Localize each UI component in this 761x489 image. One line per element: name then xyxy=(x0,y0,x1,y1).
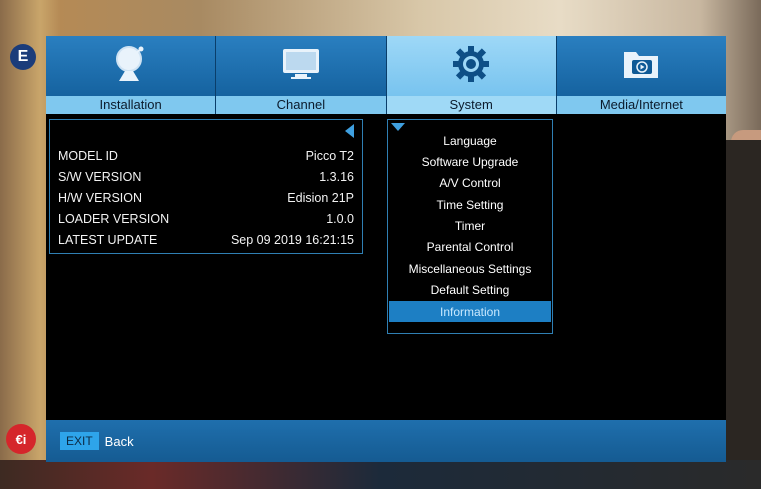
background-bottom xyxy=(0,460,761,489)
tv-monitor-icon xyxy=(280,44,322,84)
tab-channel[interactable]: Channel xyxy=(216,36,387,114)
channel-badge: €i xyxy=(6,424,36,454)
info-label: MODEL ID xyxy=(58,149,118,163)
tab-label: System xyxy=(449,97,493,112)
info-label: LOADER VERSION xyxy=(58,212,170,226)
bottom-help-bar: EXIT Back xyxy=(46,420,726,462)
menu-item-information[interactable]: Information xyxy=(389,301,551,322)
info-row-hw-version: H/W VERSION Edision 21P xyxy=(58,188,354,208)
system-submenu: Language Software Upgrade A/V Control Ti… xyxy=(387,119,553,334)
exit-back-label: Back xyxy=(104,433,134,449)
media-folder-icon xyxy=(620,44,662,84)
info-value: 1.0.0 xyxy=(326,212,354,226)
tab-media-internet[interactable]: Media/Internet xyxy=(556,36,726,114)
menu-item-av-control[interactable]: A/V Control xyxy=(389,172,551,193)
menu-item-language[interactable]: Language xyxy=(389,130,551,151)
tab-label: Channel xyxy=(276,97,326,112)
info-value: 1.3.16 xyxy=(319,170,354,184)
info-label: S/W VERSION xyxy=(58,170,142,184)
background-person xyxy=(721,140,761,489)
info-row-loader-version: LOADER VERSION 1.0.0 xyxy=(58,209,354,229)
tab-installation[interactable]: Installation xyxy=(46,36,217,114)
info-label: LATEST UPDATE xyxy=(58,233,158,247)
info-value: Sep 09 2019 16:21:15 xyxy=(230,233,354,247)
satellite-dish-icon xyxy=(110,44,152,84)
osd-menu-window: Installation Channel System Media/Intern… xyxy=(46,36,726,462)
menu-item-miscellaneous-settings[interactable]: Miscellaneous Settings xyxy=(389,258,551,279)
gear-icon xyxy=(450,44,492,84)
system-information-panel: MODEL ID Picco T2 S/W VERSION 1.3.16 H/W… xyxy=(49,119,363,254)
menu-item-parental-control[interactable]: Parental Control xyxy=(389,236,551,257)
tab-label: Media/Internet xyxy=(599,97,683,112)
menu-item-default-setting[interactable]: Default Setting xyxy=(389,279,551,300)
info-row-model-id: MODEL ID Picco T2 xyxy=(58,146,354,166)
info-label: H/W VERSION xyxy=(58,191,143,205)
exit-key-badge[interactable]: EXIT xyxy=(60,432,99,450)
info-value: Edision 21P xyxy=(287,191,354,205)
info-row-sw-version: S/W VERSION 1.3.16 xyxy=(58,167,354,187)
menu-item-software-upgrade[interactable]: Software Upgrade xyxy=(389,151,551,172)
menu-item-timer[interactable]: Timer xyxy=(389,215,551,236)
tab-label: Installation xyxy=(99,97,162,112)
tab-system[interactable]: System xyxy=(386,36,557,114)
menu-item-time-setting[interactable]: Time Setting xyxy=(389,194,551,215)
info-value: Picco T2 xyxy=(305,149,354,163)
channel-logo: E xyxy=(10,44,36,70)
caret-left-icon xyxy=(345,124,354,138)
main-menu-tabs: Installation Channel System Media/Intern… xyxy=(46,36,726,114)
info-row-latest-update: LATEST UPDATE Sep 09 2019 16:21:15 xyxy=(58,230,354,250)
